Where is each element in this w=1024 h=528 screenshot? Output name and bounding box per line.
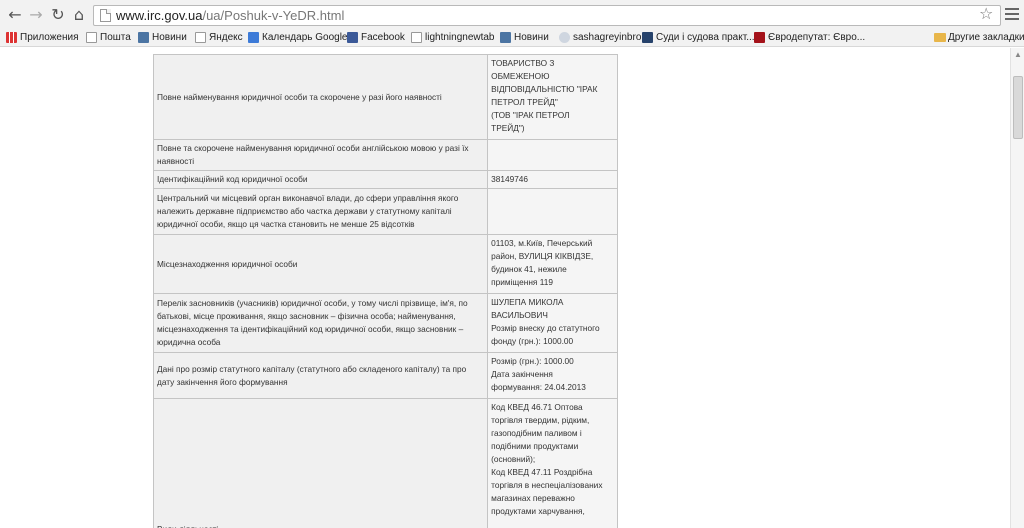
table-row: Центральний чи місцевий орган виконавчої… <box>152 188 618 235</box>
bookmark-novyny[interactable]: Новини <box>138 31 187 45</box>
table-row: Місцезнаходження юридичної особи 01103, … <box>152 234 618 294</box>
vertical-scrollbar[interactable]: ▲ <box>1010 48 1024 528</box>
row-label: Види діяльності <box>152 398 489 528</box>
home-icon[interactable]: ⌂ <box>70 6 88 24</box>
row-label: Перелік засновників (учасників) юридично… <box>152 293 489 353</box>
url-text[interactable]: www.irc.gov.ua/ua/Poshuk-v-YeDR.html <box>116 8 344 24</box>
page-icon <box>86 32 97 43</box>
row-label: Повне та скорочене найменування юридично… <box>152 139 489 171</box>
apps-icon <box>6 32 17 43</box>
row-label: Центральний чи місцевий орган виконавчої… <box>152 188 489 235</box>
table-row: Перелік засновників (учасників) юридично… <box>152 293 618 353</box>
forward-arrow-icon[interactable]: → <box>27 6 45 24</box>
table-row: Ідентифікаційний код юридичної особи 381… <box>152 170 618 189</box>
bookmark-novyny-2[interactable]: Новини <box>500 31 549 45</box>
row-value <box>487 139 618 171</box>
bookmark-sashagreyinbro[interactable]: sashagreyinbro <box>559 31 641 45</box>
bookmark-facebook[interactable]: Facebook <box>347 31 405 45</box>
row-value: Код КВЕД 46.71 Оптова торгівля твердим, … <box>487 398 618 528</box>
address-bar[interactable]: www.irc.gov.ua/ua/Poshuk-v-YeDR.html <box>93 5 1001 26</box>
vk-icon <box>138 32 149 43</box>
page-icon <box>195 32 206 43</box>
row-value: ШУЛЕПА МИКОЛА ВАСИЛЬОВИЧ Розмір внеску д… <box>487 293 618 353</box>
bookmark-sudy[interactable]: Суди і судова практ... <box>642 31 755 45</box>
bookmark-apps[interactable]: Приложения <box>6 31 79 45</box>
page-icon <box>100 9 111 22</box>
table-row: Види діяльності Код КВЕД 46.71 Оптова то… <box>152 398 618 528</box>
eu-icon <box>754 32 765 43</box>
row-label: Дані про розмір статутного капіталу (ста… <box>152 352 489 399</box>
facebook-icon <box>347 32 358 43</box>
back-arrow-icon[interactable]: ← <box>6 6 24 24</box>
table-row: Повне та скорочене найменування юридично… <box>152 139 618 171</box>
row-value <box>487 188 618 235</box>
page-content: Повне найменування юридичної особи та ск… <box>0 48 1010 528</box>
table-row: Дані про розмір статутного капіталу (ста… <box>152 352 618 399</box>
scrollbar-thumb[interactable] <box>1013 76 1023 139</box>
bookmark-other-folder[interactable]: Другие закладки <box>934 31 1024 45</box>
bookmark-yandex[interactable]: Яндекс <box>195 31 243 45</box>
vk-icon <box>500 32 511 43</box>
bookmarks-bar: Приложения Пошта Новини Яндекс Календарь… <box>0 30 1024 47</box>
company-info-table: Повне найменування юридичної особи та ск… <box>152 54 618 528</box>
page-icon <box>411 32 422 43</box>
table-row: Повне найменування юридичної особи та ск… <box>152 54 618 140</box>
bookmark-google-calendar[interactable]: Календарь Google <box>248 31 348 45</box>
calendar-icon <box>248 32 259 43</box>
bookmark-poshta[interactable]: Пошта <box>86 31 131 45</box>
row-value: Розмір (грн.): 1000.00 Дата закінчення ф… <box>487 352 618 399</box>
scroll-up-icon[interactable]: ▲ <box>1014 50 1022 59</box>
row-value: 38149746 <box>487 170 618 189</box>
row-label: Ідентифікаційний код юридичної особи <box>152 170 489 189</box>
row-label: Повне найменування юридичної особи та ск… <box>152 54 489 140</box>
bookmark-yevrodeputat[interactable]: Євродепутат: Євро... <box>754 31 865 45</box>
bookmark-lightningnewtab[interactable]: lightningnewtab <box>411 31 495 45</box>
folder-icon <box>934 33 946 42</box>
row-value: 01103, м.Київ, Печерський район, ВУЛИЦЯ … <box>487 234 618 294</box>
menu-icon[interactable] <box>1005 8 1019 20</box>
user-icon <box>559 32 570 43</box>
reload-icon[interactable]: ↻ <box>49 6 67 24</box>
row-label: Місцезнаходження юридичної особи <box>152 234 489 294</box>
ps-icon <box>642 32 653 43</box>
browser-toolbar: ← → ↻ ⌂ www.irc.gov.ua/ua/Poshuk-v-YeDR.… <box>0 0 1024 30</box>
row-value: ТОВАРИСТВО З ОБМЕЖЕНОЮ ВІДПОВІДАЛЬНІСТЮ … <box>487 54 618 140</box>
bookmark-star-icon[interactable]: ☆ <box>979 5 993 23</box>
